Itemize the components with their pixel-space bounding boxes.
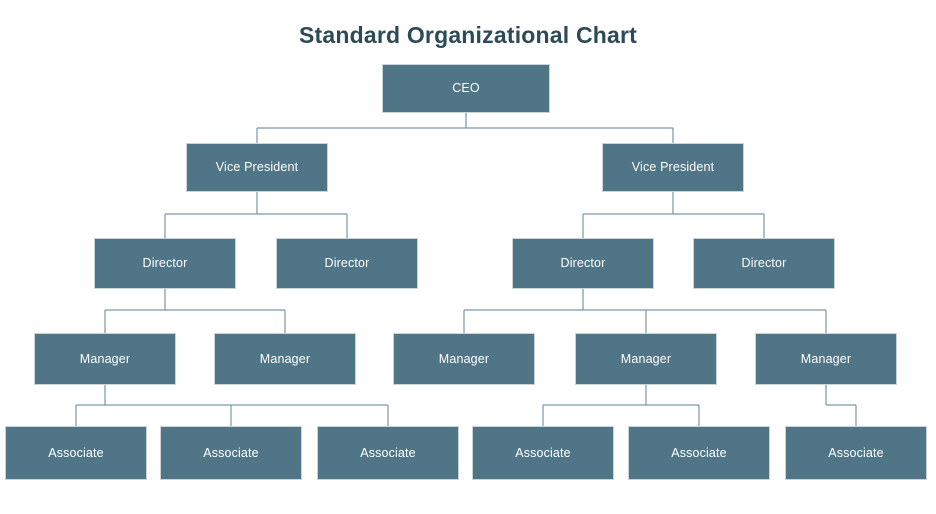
org-node-mgr2[interactable]: Manager: [214, 333, 356, 385]
connector-dir1: [104, 289, 286, 333]
org-node-label: CEO: [452, 81, 480, 96]
org-node-as5[interactable]: Associate: [628, 426, 770, 480]
org-node-mgr4[interactable]: Manager: [575, 333, 717, 385]
connector-mgr4: [542, 385, 700, 426]
org-node-label: Associate: [515, 445, 571, 460]
org-node-as6[interactable]: Associate: [785, 426, 927, 480]
org-node-dir3[interactable]: Director: [512, 238, 654, 289]
connector-vp1: [164, 192, 348, 238]
org-node-mgr1[interactable]: Manager: [34, 333, 176, 385]
org-node-label: Manager: [259, 351, 311, 366]
org-node-label: Associate: [360, 445, 416, 460]
org-node-dir1[interactable]: Director: [94, 238, 236, 289]
org-node-label: Director: [741, 256, 787, 271]
connector-vp2: [582, 192, 765, 238]
connector-mgr5: [825, 385, 857, 426]
org-node-mgr3[interactable]: Manager: [393, 333, 535, 385]
org-node-mgr5[interactable]: Manager: [755, 333, 897, 385]
org-node-label: Director: [560, 256, 606, 271]
org-node-label: Vice President: [215, 160, 299, 175]
org-node-as2[interactable]: Associate: [160, 426, 302, 480]
org-node-label: Vice President: [631, 160, 715, 175]
connector-mgr1: [75, 385, 389, 426]
org-node-dir2[interactable]: Director: [276, 238, 418, 289]
org-node-as4[interactable]: Associate: [472, 426, 614, 480]
org-node-ceo[interactable]: CEO: [382, 64, 550, 113]
org-node-as1[interactable]: Associate: [5, 426, 147, 480]
org-node-label: Associate: [828, 445, 884, 460]
org-node-vp1[interactable]: Vice President: [186, 143, 328, 192]
org-node-label: Manager: [800, 351, 852, 366]
org-node-label: Director: [324, 256, 370, 271]
connector-ceo: [256, 113, 674, 143]
connector-dir3: [463, 289, 827, 333]
org-node-label: Manager: [438, 351, 490, 366]
org-node-label: Manager: [79, 351, 131, 366]
org-node-as3[interactable]: Associate: [317, 426, 459, 480]
org-node-label: Associate: [48, 445, 104, 460]
org-chart-canvas: Standard Organizational Chart CEO Vice Pr…: [0, 0, 936, 514]
org-node-label: Director: [142, 256, 188, 271]
org-node-dir4[interactable]: Director: [693, 238, 835, 289]
org-node-label: Manager: [620, 351, 672, 366]
org-node-vp2[interactable]: Vice President: [602, 143, 744, 192]
org-node-label: Associate: [671, 445, 727, 460]
org-node-label: Associate: [203, 445, 259, 460]
